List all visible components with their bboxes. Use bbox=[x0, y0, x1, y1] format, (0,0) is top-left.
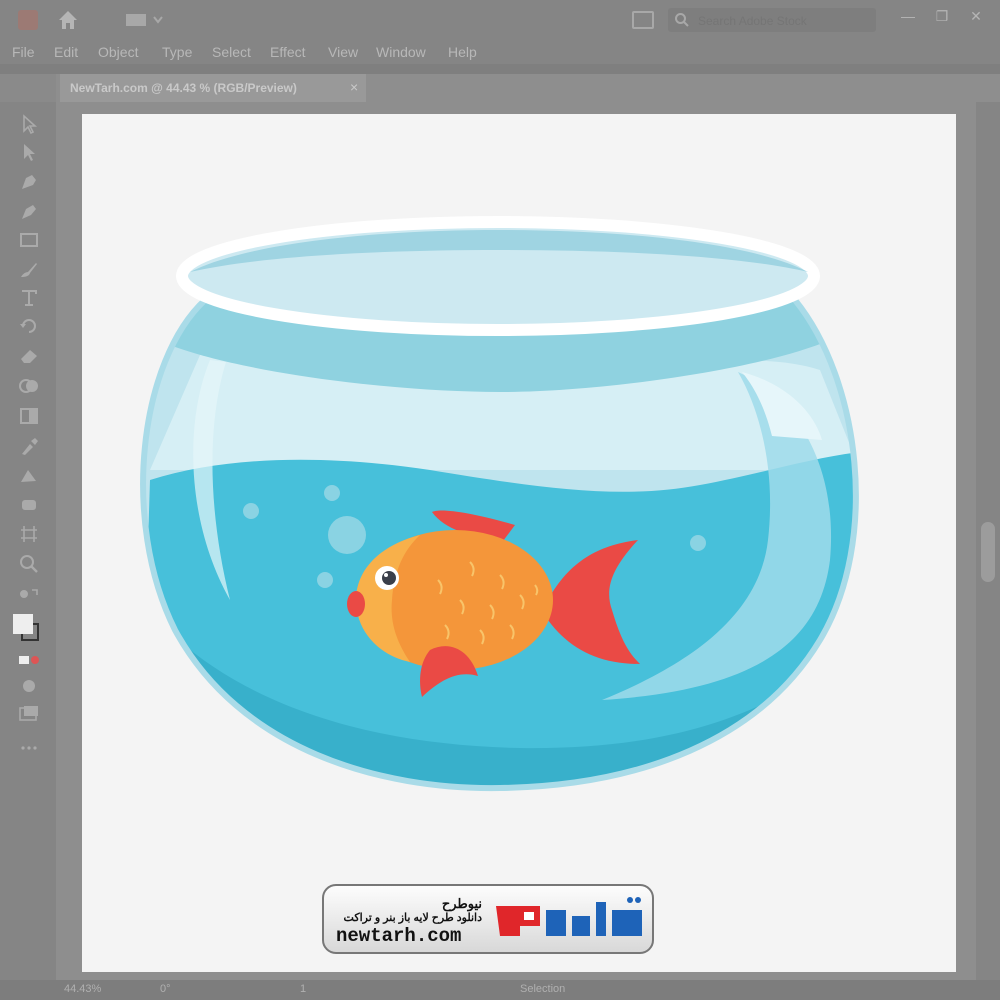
watermark-brand-fa: نیوطرح bbox=[441, 896, 482, 911]
bubble bbox=[690, 535, 706, 551]
newtarh-watermark: نیوطرح دانلود طرح لایه باز بنر و تراکت n… bbox=[322, 884, 654, 954]
newtarh-logo bbox=[496, 897, 642, 936]
watermark-tagline-fa: دانلود طرح لایه باز بنر و تراکت bbox=[343, 912, 482, 924]
bubble bbox=[324, 485, 340, 501]
fish-eye-glint bbox=[384, 573, 388, 577]
zoom-level[interactable]: 44.43% bbox=[64, 983, 101, 995]
watermark-url: newtarh.com bbox=[336, 925, 462, 947]
bubble bbox=[243, 503, 259, 519]
fish-lips bbox=[347, 591, 365, 617]
rotation-value[interactable]: 0° bbox=[160, 983, 171, 995]
artboard-number[interactable]: 1 bbox=[300, 983, 306, 995]
fishbowl-artwork[interactable] bbox=[0, 0, 1000, 1000]
bubble bbox=[328, 516, 366, 554]
fish-eye-pupil bbox=[382, 571, 396, 585]
status-bar: 44.43% 0° 1 Selection bbox=[0, 980, 1000, 1000]
bubble bbox=[317, 572, 333, 588]
status-mode: Selection bbox=[520, 983, 566, 995]
